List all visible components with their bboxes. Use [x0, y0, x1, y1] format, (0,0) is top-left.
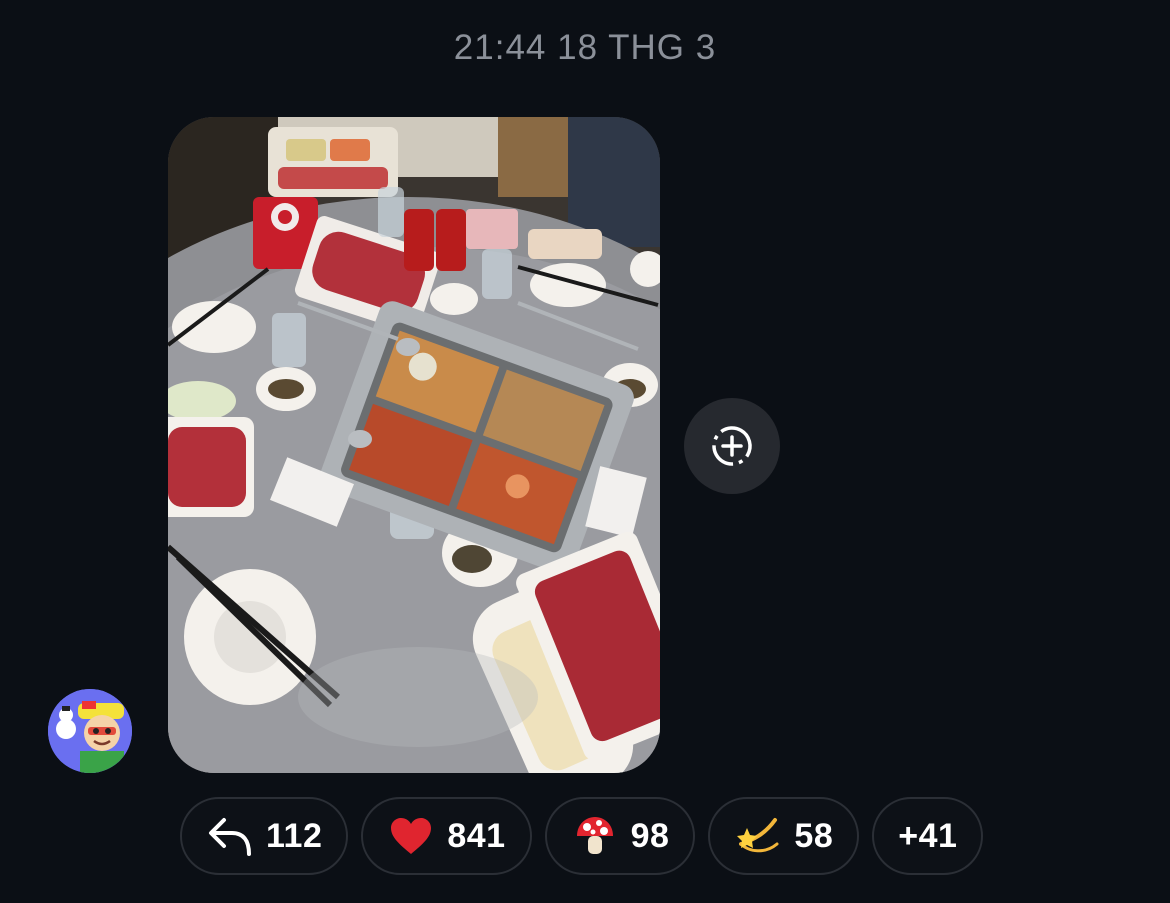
more-reactions-count: +41 — [898, 816, 958, 855]
mushroom-icon — [571, 812, 619, 860]
message-timestamp: 21:44 18 THG 3 — [453, 28, 717, 67]
heart-reaction-count: 841 — [447, 816, 506, 855]
reply-count-pill[interactable]: 112 — [180, 797, 349, 875]
mushroom-reaction-pill[interactable]: 98 — [544, 797, 696, 875]
sender-avatar[interactable] — [48, 689, 132, 773]
reply-count: 112 — [266, 816, 323, 855]
direct-message-thread: 21:44 18 THG 3 112 841 98 58 +41 — [0, 0, 1170, 903]
heart-reaction-pill[interactable]: 841 — [361, 797, 532, 875]
shared-photo[interactable] — [168, 117, 660, 773]
add-to-story-icon — [712, 426, 752, 466]
dizzy-reaction-pill[interactable]: 58 — [708, 797, 860, 875]
hotpot-table-photo — [168, 117, 660, 773]
reply-arrow-icon — [206, 812, 254, 860]
reaction-bar: 112 841 98 58 +41 — [180, 797, 984, 875]
share-to-story-button[interactable] — [684, 398, 780, 494]
dizzy-star-icon — [734, 812, 782, 860]
mushroom-reaction-count: 98 — [630, 816, 670, 855]
more-reactions-pill[interactable]: +41 — [872, 797, 984, 875]
red-heart-icon — [387, 812, 435, 860]
dizzy-reaction-count: 58 — [794, 816, 834, 855]
cartoon-avatar-icon — [48, 689, 132, 773]
